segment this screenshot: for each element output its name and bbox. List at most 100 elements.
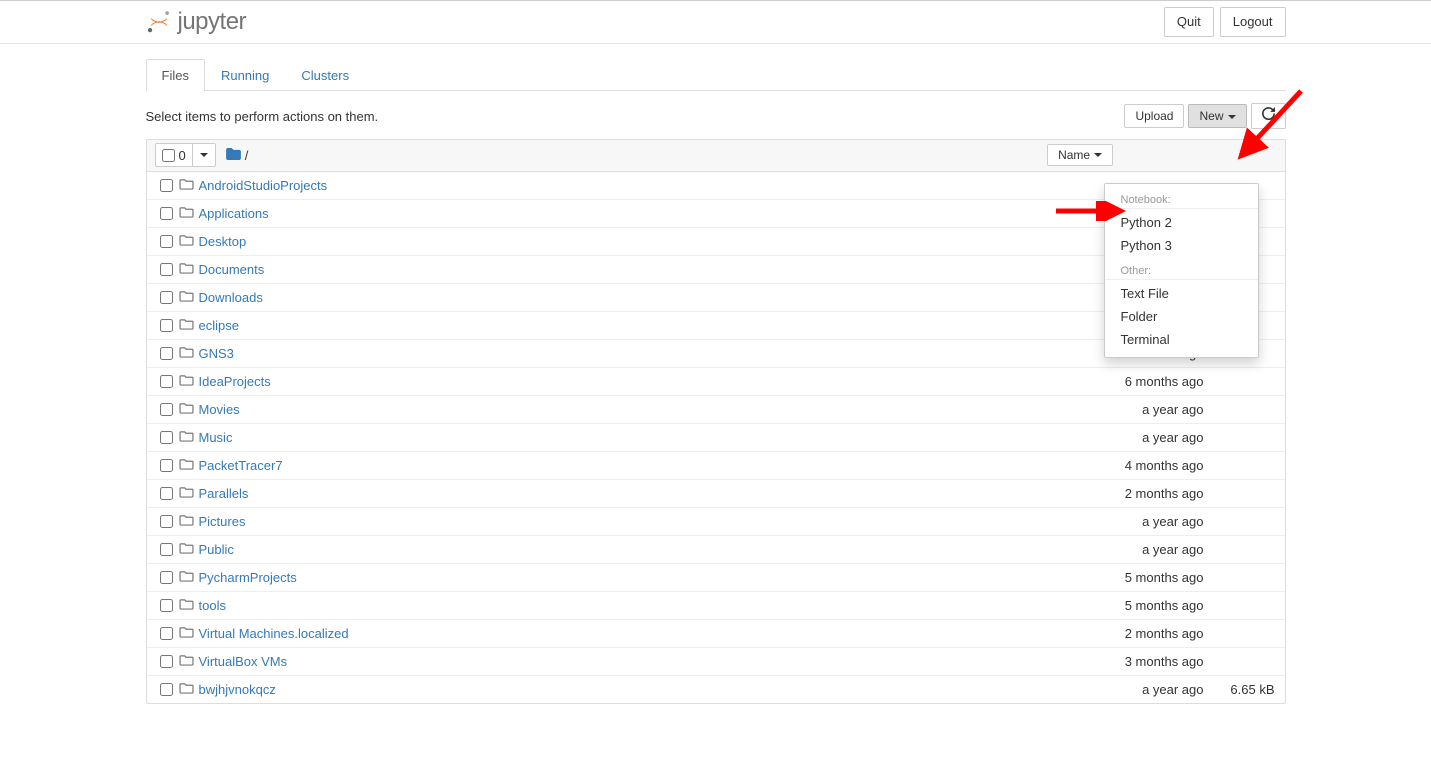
sort-name-label: Name (1058, 148, 1090, 162)
row-checkbox[interactable] (155, 683, 179, 696)
new-other-folder[interactable]: Folder (1105, 305, 1258, 328)
new-button[interactable]: New (1188, 104, 1246, 129)
refresh-icon (1262, 107, 1275, 120)
item-size: 6.65 kB (1212, 682, 1277, 697)
quit-button[interactable]: Quit (1164, 7, 1214, 37)
action-hint: Select items to perform actions on them. (146, 109, 379, 124)
row-checkbox[interactable] (155, 571, 179, 584)
table-row: bwjhjvnokqcz a year ago6.65 kB (147, 675, 1285, 703)
item-link[interactable]: Public (199, 542, 234, 557)
row-checkbox[interactable] (155, 263, 179, 276)
select-all-input[interactable] (162, 149, 175, 162)
list-header: 0 / Name Last Modified File size (146, 139, 1286, 172)
tab-files[interactable]: Files (146, 59, 205, 91)
table-row: Movies a year ago (147, 395, 1285, 423)
item-modified: a year ago (1012, 682, 1212, 697)
table-row: Pictures a year ago (147, 507, 1285, 535)
sort-name[interactable]: Name (1047, 144, 1113, 166)
folder-icon (179, 290, 199, 305)
row-checkbox[interactable] (155, 403, 179, 416)
tabs: FilesRunningClusters (146, 59, 366, 91)
row-checkbox[interactable] (155, 543, 179, 556)
row-checkbox[interactable] (155, 179, 179, 192)
folder-icon (179, 346, 199, 361)
item-link[interactable]: Pictures (199, 514, 246, 529)
item-modified: a year ago (1012, 430, 1212, 445)
new-dropdown-menu: Notebook: Python 2Python 3 Other: Text F… (1104, 183, 1259, 358)
breadcrumb-root[interactable]: / (245, 148, 249, 163)
item-link[interactable]: tools (199, 598, 226, 613)
table-row: Music a year ago (147, 423, 1285, 451)
item-modified: a year ago (1012, 402, 1212, 417)
table-row: VirtualBox VMs3 months ago (147, 647, 1285, 675)
item-link[interactable]: PacketTracer7 (199, 458, 283, 473)
refresh-button[interactable] (1251, 103, 1286, 129)
item-link[interactable]: PycharmProjects (199, 570, 297, 585)
header-buttons: Quit Logout (1164, 7, 1286, 37)
item-link[interactable]: VirtualBox VMs (199, 654, 288, 669)
item-link[interactable]: Movies (199, 402, 240, 417)
folder-icon (179, 234, 199, 249)
row-checkbox[interactable] (155, 515, 179, 528)
tab-clusters[interactable]: Clusters (285, 59, 365, 91)
folder-icon (179, 626, 199, 641)
item-link[interactable]: Parallels (199, 486, 249, 501)
row-checkbox[interactable] (155, 599, 179, 612)
new-other-terminal[interactable]: Terminal (1105, 328, 1258, 351)
caret-down-icon (1094, 153, 1102, 157)
upload-button[interactable]: Upload (1124, 104, 1184, 129)
row-checkbox[interactable] (155, 459, 179, 472)
row-checkbox[interactable] (155, 627, 179, 640)
item-modified: a year ago (1012, 514, 1212, 529)
folder-icon (179, 514, 199, 529)
new-notebook-python-3[interactable]: Python 3 (1105, 234, 1258, 257)
item-link[interactable]: bwjhjvnokqcz (199, 682, 276, 697)
item-modified: 6 months ago (1012, 374, 1212, 389)
tabs-bar: FilesRunningClusters (146, 52, 1286, 90)
table-row: Virtual Machines.localized2 months ago (147, 619, 1285, 647)
select-all-checkbox[interactable]: 0 (156, 144, 192, 166)
folder-icon (179, 430, 199, 445)
row-checkbox[interactable] (155, 655, 179, 668)
select-all-group: 0 (155, 143, 216, 167)
row-checkbox[interactable] (155, 375, 179, 388)
item-link[interactable]: AndroidStudioProjects (199, 178, 328, 193)
item-link[interactable]: Music (199, 430, 233, 445)
item-link[interactable]: Desktop (199, 234, 247, 249)
item-link[interactable]: eclipse (199, 318, 239, 333)
folder-icon (179, 374, 199, 389)
row-checkbox[interactable] (155, 487, 179, 500)
tab-running[interactable]: Running (205, 59, 285, 91)
item-link[interactable]: GNS3 (199, 346, 234, 361)
item-link[interactable]: Virtual Machines.localized (199, 626, 349, 641)
header: jupyter Quit Logout (146, 3, 1286, 43)
row-checkbox[interactable] (155, 319, 179, 332)
folder-icon (179, 178, 199, 193)
table-row: IdeaProjects 6 months ago (147, 367, 1285, 395)
table-row: tools5 months ago (147, 591, 1285, 619)
item-link[interactable]: Documents (199, 262, 265, 277)
new-other-text-file[interactable]: Text File (1105, 282, 1258, 305)
select-type-dropdown[interactable] (192, 144, 215, 166)
dropdown-header-notebook: Notebook: (1105, 190, 1258, 209)
table-row: Parallels2 months ago (147, 479, 1285, 507)
row-checkbox[interactable] (155, 207, 179, 220)
item-link[interactable]: IdeaProjects (199, 374, 271, 389)
row-checkbox[interactable] (155, 431, 179, 444)
row-checkbox[interactable] (155, 235, 179, 248)
new-notebook-python-2[interactable]: Python 2 (1105, 211, 1258, 234)
logout-button[interactable]: Logout (1220, 7, 1286, 37)
item-link[interactable]: Downloads (199, 290, 263, 305)
row-checkbox[interactable] (155, 291, 179, 304)
folder-icon (179, 458, 199, 473)
row-checkbox[interactable] (155, 347, 179, 360)
folder-icon (179, 542, 199, 557)
item-link[interactable]: Applications (199, 206, 269, 221)
toolbar: Select items to perform actions on them.… (146, 91, 1286, 139)
dropdown-header-other: Other: (1105, 261, 1258, 280)
table-row: PacketTracer74 months ago (147, 451, 1285, 479)
folder-icon (179, 402, 199, 417)
jupyter-logo[interactable]: jupyter (146, 8, 247, 36)
folder-icon[interactable] (226, 148, 241, 163)
table-row: PycharmProjects5 months ago (147, 563, 1285, 591)
